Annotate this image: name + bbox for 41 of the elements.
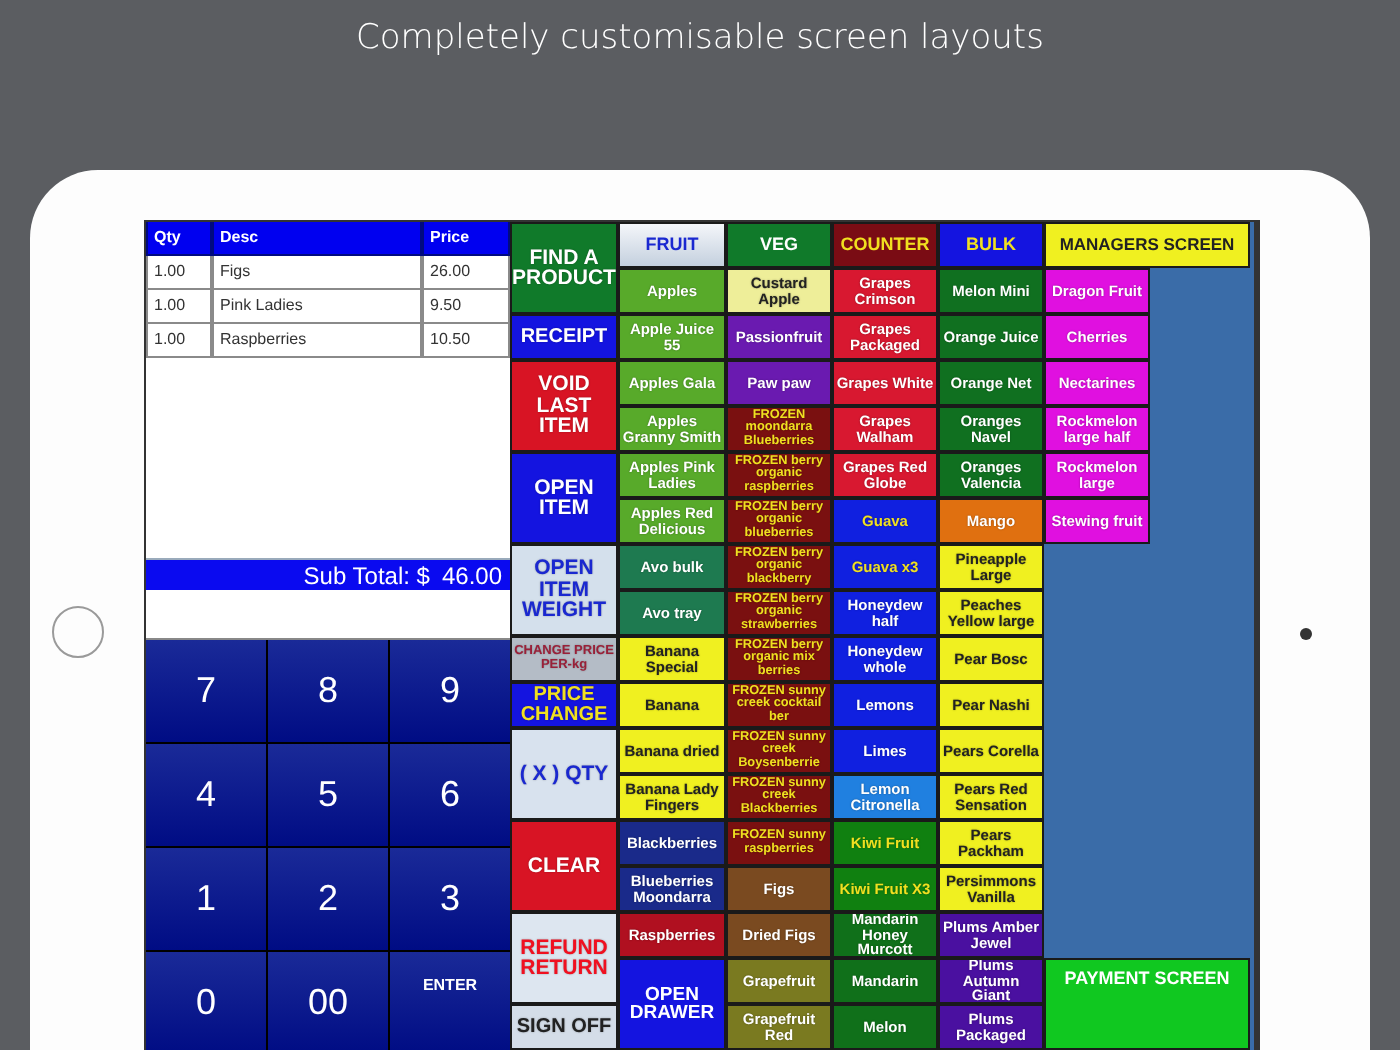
column-header: Qty (146, 222, 212, 256)
keypad-key[interactable]: 4 (146, 744, 266, 846)
keypad-key[interactable]: 3 (390, 848, 510, 950)
home-button[interactable] (52, 606, 104, 658)
headline: Completely customisable screen layouts (354, 16, 1046, 62)
function-button[interactable]: OPEN ITEM (510, 452, 618, 544)
enter-key[interactable]: ENTER (390, 952, 510, 1050)
category-tab[interactable]: COUNTER (832, 222, 938, 268)
camera-dot (1300, 628, 1312, 640)
category-tab[interactable]: FRUIT (618, 222, 726, 268)
subtotal-label: Sub Total: $ (303, 560, 430, 590)
function-button[interactable]: RECEIPT (510, 314, 618, 360)
function-button[interactable]: ( X ) QTY (510, 728, 618, 820)
keypad-key[interactable]: 0 (146, 952, 266, 1050)
open-drawer-button[interactable]: OPEN DRAWER (618, 958, 726, 1050)
table-cell: Figs (212, 256, 422, 290)
function-button[interactable]: VOID LAST ITEM (510, 360, 618, 452)
keypad-key[interactable]: 7 (146, 640, 266, 742)
keypad-key[interactable]: 1 (146, 848, 266, 950)
keypad-key[interactable]: 00 (268, 952, 388, 1050)
function-button[interactable]: CLEAR (510, 820, 618, 912)
table-cell: Pink Ladies (212, 290, 422, 324)
function-button[interactable]: FIND A PRODUCT (510, 222, 618, 314)
column-header: Desc (212, 222, 422, 256)
managers-tab[interactable]: MANAGERS SCREEN (1044, 222, 1250, 268)
column-header: Price (422, 222, 510, 256)
keypad-key[interactable]: 2 (268, 848, 388, 950)
keypad-key[interactable]: 6 (390, 744, 510, 846)
function-button[interactable]: OPEN ITEM WEIGHT (510, 544, 618, 636)
subtotal-value: 46.00 (441, 560, 502, 590)
table-cell: 1.00 (146, 324, 212, 358)
table-cell: Raspberries (212, 324, 422, 358)
category-tab[interactable]: VEG (726, 222, 832, 268)
keypad-key[interactable]: 5 (268, 744, 388, 846)
function-button[interactable]: PRICE CHANGE (510, 682, 618, 728)
category-tab[interactable]: BULK (938, 222, 1044, 268)
keypad-key[interactable]: 9 (390, 640, 510, 742)
table-cell: 1.00 (146, 290, 212, 324)
function-button[interactable]: SIGN OFF (510, 1004, 618, 1050)
keypad-key[interactable]: 8 (268, 640, 388, 742)
table-cell: 1.00 (146, 256, 212, 290)
